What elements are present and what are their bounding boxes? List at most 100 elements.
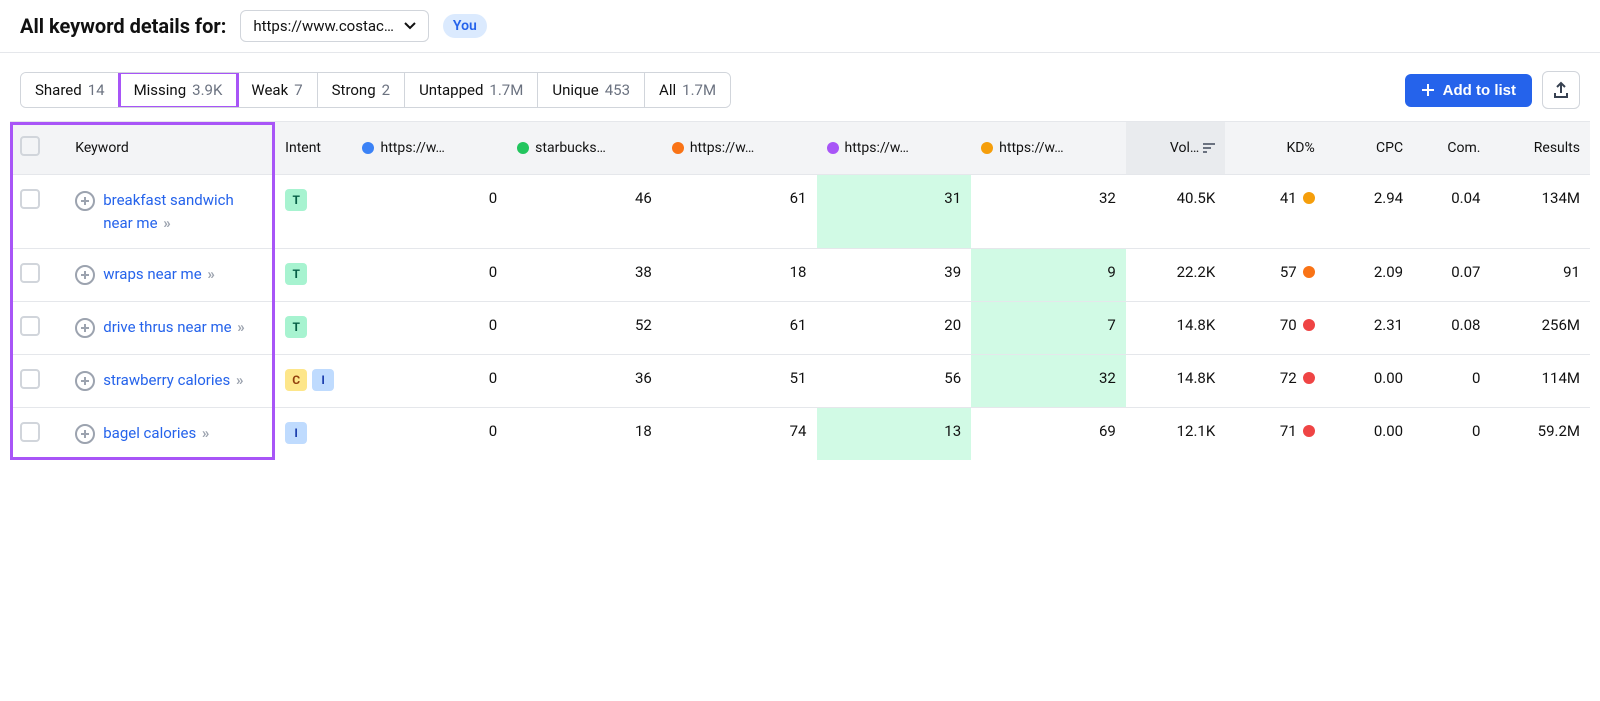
cell-d1: 0 bbox=[352, 175, 507, 249]
keyword-link[interactable]: bagel calories » bbox=[103, 422, 209, 445]
cell-cpc: 2.09 bbox=[1325, 249, 1413, 302]
dot-icon bbox=[517, 142, 529, 154]
cell-d3: 74 bbox=[662, 408, 817, 461]
col-keyword[interactable]: Keyword bbox=[65, 122, 275, 175]
row-check-cell bbox=[10, 302, 65, 355]
chevron-right-icon: » bbox=[237, 318, 245, 336]
you-badge: You bbox=[443, 14, 487, 38]
col-com[interactable]: Com. bbox=[1413, 122, 1490, 175]
table-row: bagel calories »I01874136912.1K71 0.0005… bbox=[10, 408, 1590, 461]
cell-kd: 72 bbox=[1225, 355, 1324, 408]
cell-d5: 9 bbox=[971, 249, 1126, 302]
cell-volume: 14.8K bbox=[1126, 302, 1225, 355]
sort-desc-icon bbox=[1203, 143, 1215, 153]
filter-tab-missing[interactable]: Missing 3.9K bbox=[120, 73, 238, 107]
intent-badge-t: T bbox=[285, 189, 307, 211]
row-checkbox[interactable] bbox=[20, 369, 40, 389]
cell-cpc: 0.00 bbox=[1325, 408, 1413, 461]
expand-keyword-icon[interactable] bbox=[75, 424, 95, 444]
select-all-checkbox[interactable] bbox=[20, 136, 40, 156]
export-button[interactable] bbox=[1542, 71, 1580, 109]
cell-cpc: 2.31 bbox=[1325, 302, 1413, 355]
keyword-link[interactable]: drive thrus near me » bbox=[103, 316, 245, 339]
dot-icon bbox=[827, 142, 839, 154]
domain-select[interactable]: https://www.costac… bbox=[240, 10, 429, 42]
cell-cpc: 2.94 bbox=[1325, 175, 1413, 249]
page-title: All keyword details for: bbox=[20, 14, 226, 38]
cell-kd: 70 bbox=[1225, 302, 1324, 355]
row-checkbox[interactable] bbox=[20, 422, 40, 442]
table-row: drive thrus near me »T0526120714.8K70 2.… bbox=[10, 302, 1590, 355]
filter-count: 453 bbox=[605, 81, 630, 99]
intent-badge-t: T bbox=[285, 263, 307, 285]
intent-cell: T bbox=[275, 302, 352, 355]
chevron-right-icon: » bbox=[163, 214, 171, 232]
keyword-cell: wraps near me » bbox=[65, 249, 275, 302]
filter-count: 1.7M bbox=[489, 81, 523, 99]
col-volume[interactable]: Vol… bbox=[1126, 122, 1225, 175]
cell-results: 256M bbox=[1490, 302, 1590, 355]
cell-results: 91 bbox=[1490, 249, 1590, 302]
cell-d2: 46 bbox=[507, 175, 662, 249]
kd-dot-icon bbox=[1303, 425, 1315, 437]
filter-count: 7 bbox=[294, 81, 302, 99]
filter-tab-unique[interactable]: Unique 453 bbox=[538, 73, 645, 107]
filter-label: Unique bbox=[552, 81, 598, 99]
row-checkbox[interactable] bbox=[20, 189, 40, 209]
filter-tab-untapped[interactable]: Untapped 1.7M bbox=[405, 73, 538, 107]
keyword-table: Keyword Intent https://w… starbucks… htt… bbox=[10, 121, 1590, 460]
keyword-link[interactable]: strawberry calories » bbox=[103, 369, 243, 392]
intent-badge-i: I bbox=[285, 422, 307, 444]
filter-tab-shared[interactable]: Shared 14 bbox=[21, 73, 120, 107]
cell-results: 134M bbox=[1490, 175, 1590, 249]
table-row: strawberry calories »CI03651563214.8K72 … bbox=[10, 355, 1590, 408]
add-to-list-button[interactable]: Add to list bbox=[1405, 74, 1532, 107]
col-domain-5[interactable]: https://w… bbox=[971, 122, 1126, 175]
export-icon bbox=[1552, 81, 1570, 99]
row-check-cell bbox=[10, 408, 65, 461]
filter-count: 2 bbox=[382, 81, 390, 99]
cell-d1: 0 bbox=[352, 302, 507, 355]
cell-d2: 18 bbox=[507, 408, 662, 461]
filter-tab-strong[interactable]: Strong 2 bbox=[318, 73, 405, 107]
col-domain-2[interactable]: starbucks… bbox=[507, 122, 662, 175]
cell-kd: 41 bbox=[1225, 175, 1324, 249]
expand-keyword-icon[interactable] bbox=[75, 371, 95, 391]
cell-d4: 56 bbox=[817, 355, 972, 408]
table-row: breakfast sandwich near me »T04661313240… bbox=[10, 175, 1590, 249]
expand-keyword-icon[interactable] bbox=[75, 191, 95, 211]
col-results[interactable]: Results bbox=[1490, 122, 1590, 175]
header-bar: All keyword details for: https://www.cos… bbox=[0, 0, 1600, 53]
chevron-right-icon: » bbox=[236, 371, 244, 389]
filter-label: All bbox=[659, 81, 676, 99]
col-intent[interactable]: Intent bbox=[275, 122, 352, 175]
keyword-cell: strawberry calories » bbox=[65, 355, 275, 408]
filter-row: Shared 14Missing 3.9KWeak 7Strong 2Untap… bbox=[0, 53, 1600, 121]
filter-label: Shared bbox=[35, 81, 82, 99]
row-checkbox[interactable] bbox=[20, 263, 40, 283]
cell-kd: 57 bbox=[1225, 249, 1324, 302]
cell-results: 59.2M bbox=[1490, 408, 1590, 461]
col-domain-3[interactable]: https://w… bbox=[662, 122, 817, 175]
cell-d4: 31 bbox=[817, 175, 972, 249]
cell-d2: 38 bbox=[507, 249, 662, 302]
expand-keyword-icon[interactable] bbox=[75, 318, 95, 338]
kd-dot-icon bbox=[1303, 372, 1315, 384]
row-checkbox[interactable] bbox=[20, 316, 40, 336]
intent-cell: I bbox=[275, 408, 352, 461]
filter-tab-all[interactable]: All 1.7M bbox=[645, 73, 730, 107]
col-kd[interactable]: KD% bbox=[1225, 122, 1324, 175]
col-domain-1[interactable]: https://w… bbox=[352, 122, 507, 175]
expand-keyword-icon[interactable] bbox=[75, 265, 95, 285]
row-check-cell bbox=[10, 175, 65, 249]
cell-d4: 39 bbox=[817, 249, 972, 302]
cell-d1: 0 bbox=[352, 355, 507, 408]
col-domain-4[interactable]: https://w… bbox=[817, 122, 972, 175]
keyword-link[interactable]: breakfast sandwich near me » bbox=[103, 189, 265, 234]
col-cpc[interactable]: CPC bbox=[1325, 122, 1413, 175]
keyword-link[interactable]: wraps near me » bbox=[103, 263, 215, 286]
dot-icon bbox=[981, 142, 993, 154]
filter-tab-weak[interactable]: Weak 7 bbox=[237, 73, 317, 107]
plus-icon bbox=[1421, 83, 1435, 97]
intent-cell: T bbox=[275, 175, 352, 249]
